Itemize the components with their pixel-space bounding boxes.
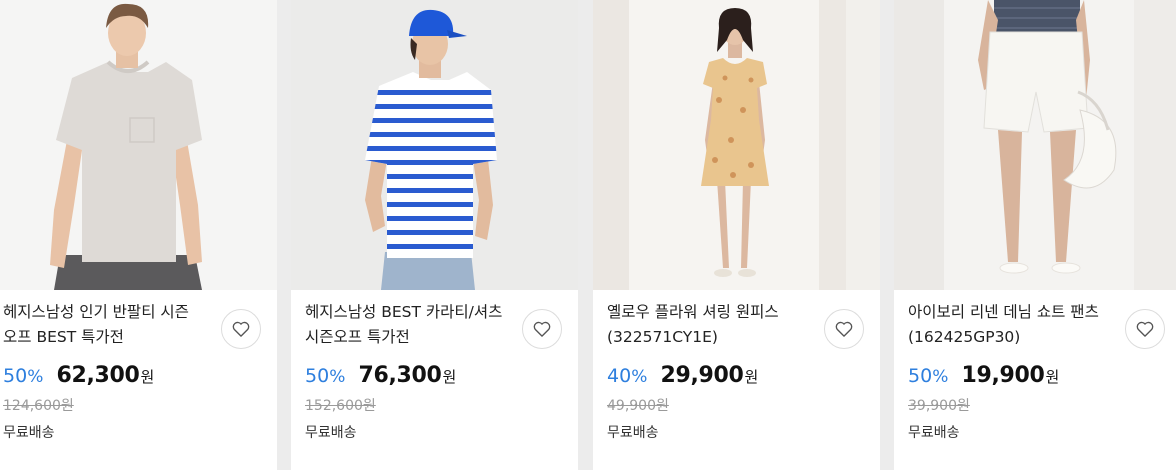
sale-price: 19,900: [961, 363, 1045, 388]
shipping-info: 무료배송: [3, 425, 55, 441]
currency-unit: 원: [442, 368, 457, 386]
product-card[interactable]: 아이보리 리넨 데님 쇼트 팬츠 (162425GP30) 50% 19,900…: [894, 0, 1176, 470]
product-name-line2: 시즌오프 특가전: [305, 328, 410, 346]
discount-rate: 40%: [607, 365, 648, 387]
heart-outline-icon: [533, 321, 551, 337]
sale-price: 62,300: [56, 363, 140, 388]
product-card[interactable]: 헤지스남성 인기 반팔티 시즌 오프 BEST 특가전 50% 62,300원 …: [0, 0, 277, 470]
sale-price: 29,900: [660, 363, 744, 388]
price-row: 50% 19,900원: [908, 363, 1059, 388]
product-name[interactable]: 헤지스남성 BEST 카라티/셔츠 시즌오프 특가전: [305, 300, 515, 350]
product-name[interactable]: 아이보리 리넨 데님 쇼트 팬츠 (162425GP30): [908, 300, 1118, 350]
wishlist-button[interactable]: [1125, 309, 1165, 349]
discount-rate: 50%: [908, 365, 949, 387]
product-image[interactable]: [291, 0, 578, 290]
heart-outline-icon: [835, 321, 853, 337]
original-price: 49,900원: [607, 398, 669, 414]
product-name-line1: 아이보리 리넨 데님 쇼트 팬츠: [908, 303, 1099, 321]
wishlist-button[interactable]: [522, 309, 562, 349]
discount-rate: 50%: [3, 365, 44, 387]
product-info: 옐로우 플라워 셔링 원피스 (322571CY1E) 40% 29,900원 …: [593, 290, 880, 470]
product-info: 헤지스남성 인기 반팔티 시즌 오프 BEST 특가전 50% 62,300원 …: [0, 290, 277, 470]
product-info: 아이보리 리넨 데님 쇼트 팬츠 (162425GP30) 50% 19,900…: [894, 290, 1176, 470]
product-card[interactable]: 옐로우 플라워 셔링 원피스 (322571CY1E) 40% 29,900원 …: [593, 0, 880, 470]
price-row: 50% 76,300원: [305, 363, 456, 388]
original-price: 152,600원: [305, 398, 376, 414]
product-name[interactable]: 옐로우 플라워 셔링 원피스 (322571CY1E): [607, 300, 817, 350]
shipping-info: 무료배송: [305, 425, 357, 441]
heart-outline-icon: [1136, 321, 1154, 337]
currency-unit: 원: [1045, 368, 1060, 386]
product-info: 헤지스남성 BEST 카라티/셔츠 시즌오프 특가전 50% 76,300원 1…: [291, 290, 578, 470]
product-grid: 헤지스남성 인기 반팔티 시즌 오프 BEST 특가전 50% 62,300원 …: [0, 0, 1176, 470]
currency-unit: 원: [744, 368, 759, 386]
product-name-line2: (162425GP30): [908, 328, 1021, 346]
price-row: 40% 29,900원: [607, 363, 758, 388]
price-row: 50% 62,300원: [3, 363, 154, 388]
wishlist-button[interactable]: [221, 309, 261, 349]
product-image[interactable]: [894, 0, 1176, 290]
product-name-line1: 옐로우 플라워 셔링 원피스: [607, 303, 779, 321]
product-card[interactable]: 헤지스남성 BEST 카라티/셔츠 시즌오프 특가전 50% 76,300원 1…: [291, 0, 578, 470]
shipping-info: 무료배송: [908, 425, 960, 441]
product-image[interactable]: [0, 0, 277, 290]
original-price: 124,600원: [3, 398, 74, 414]
product-name-line1: 헤지스남성 인기 반팔티 시즌: [3, 303, 189, 321]
product-name-line2: (322571CY1E): [607, 328, 718, 346]
wishlist-button[interactable]: [824, 309, 864, 349]
product-name-line2: 오프 BEST 특가전: [3, 328, 124, 346]
heart-outline-icon: [232, 321, 250, 337]
original-price: 39,900원: [908, 398, 970, 414]
currency-unit: 원: [140, 368, 155, 386]
shipping-info: 무료배송: [607, 425, 659, 441]
product-name[interactable]: 헤지스남성 인기 반팔티 시즌 오프 BEST 특가전: [3, 300, 213, 350]
sale-price: 76,300: [358, 363, 442, 388]
product-image[interactable]: [593, 0, 880, 290]
product-name-line1: 헤지스남성 BEST 카라티/셔츠: [305, 303, 503, 321]
discount-rate: 50%: [305, 365, 346, 387]
